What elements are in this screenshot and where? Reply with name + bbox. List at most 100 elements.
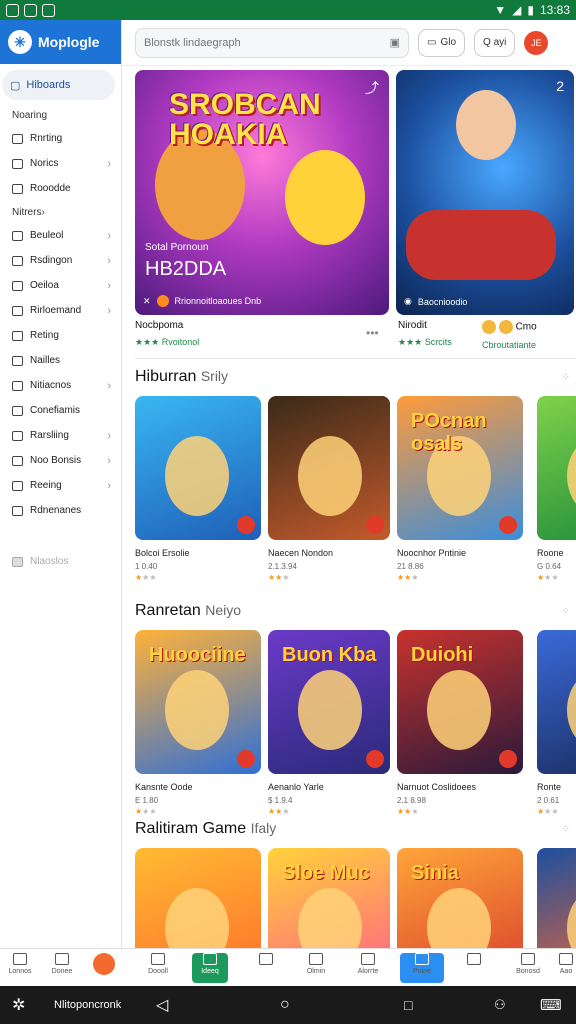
accessibility-icon[interactable]: ⚇: [494, 997, 506, 1013]
hero-footer: ◉ Baocnioodio: [404, 296, 467, 307]
sidebar-item[interactable]: Rirloemand ›: [0, 298, 121, 323]
game-character: [298, 436, 362, 516]
game-card[interactable]: Buon Kba Aenanlo Yarle $ 1.9.4 ★★★: [268, 630, 390, 816]
bottom-nav-item[interactable]: Donee: [44, 953, 80, 983]
game-thumbnail[interactable]: Huoociine: [135, 630, 261, 774]
game-card[interactable]: [135, 848, 261, 948]
game-thumbnail[interactable]: Sinia: [397, 848, 523, 948]
game-name: Narnuot Coslidoees: [397, 782, 477, 792]
game-card[interactable]: Huoociine Kansnte Oode E 1.80 ★★★: [135, 630, 261, 816]
recents-icon[interactable]: □: [404, 997, 412, 1013]
sidebar-item[interactable]: Rsdingon ›: [0, 248, 121, 273]
game-thumbnail[interactable]: [268, 396, 390, 540]
sidebar-item-label: Norics: [30, 158, 59, 169]
bottom-nav-item[interactable]: [456, 953, 492, 983]
game-name: Kansnte Oode: [135, 782, 193, 792]
hero-card-1[interactable]: SROBCAN HOAKIA ⤴ Sotal Pornoun HB2DDA ✕ Rr…: [135, 70, 389, 315]
game-name: Noocnhor Pntinie: [397, 548, 467, 558]
game-thumbnail-title: Huoociine: [149, 644, 246, 666]
star-rating: ★★★: [135, 807, 157, 816]
game-card[interactable]: Sinia: [397, 848, 523, 948]
game-card[interactable]: Roone G 0.64 ★★★: [537, 396, 576, 582]
sidebar-item[interactable]: Nitiacnos ›: [0, 373, 121, 398]
game-thumbnail[interactable]: [537, 396, 576, 540]
sidebar-item-label: Rarsliing: [30, 430, 69, 441]
game-card[interactable]: [537, 848, 576, 948]
app-icon[interactable]: ✲: [12, 995, 25, 1015]
search-input[interactable]: [144, 36, 390, 49]
game-thumbnail[interactable]: [537, 630, 576, 774]
query-button[interactable]: Q ayi: [474, 28, 516, 57]
game-price: G 0.64: [537, 562, 562, 571]
game-thumbnail[interactable]: Buon Kba: [268, 630, 390, 774]
sidebar-item[interactable]: Nailles: [0, 348, 121, 373]
sidebar-item[interactable]: Reeing ›: [0, 473, 121, 498]
section-more-icon[interactable]: ⁘: [562, 606, 570, 617]
sidebar-item[interactable]: Rooodde: [0, 176, 121, 201]
nav-icon: [13, 953, 27, 965]
bottom-nav-label: Ideeq: [201, 968, 219, 975]
bottom-nav-item[interactable]: [248, 953, 284, 983]
bottom-nav-item[interactable]: Aao: [556, 953, 576, 983]
hero-card-2[interactable]: 2 ◉ Baocnioodio: [396, 70, 574, 315]
sidebar-item[interactable]: Norics ›: [0, 151, 121, 176]
menu-item-icon: [12, 330, 23, 341]
game-thumbnail[interactable]: Sloe Muc: [268, 848, 390, 948]
brand[interactable]: ✳ Moplogle: [0, 20, 121, 64]
share-icon[interactable]: ⤴: [365, 78, 379, 98]
sidebar-item-label: Nlaoslos: [30, 556, 69, 567]
game-card[interactable]: Bolcoi Ersolie 1 0.40 ★★★: [135, 396, 261, 582]
game-card[interactable]: Naecen Nondon 2.1.3.94 ★★★: [268, 396, 390, 582]
bottom-nav-item[interactable]: Poine: [400, 953, 444, 983]
bottom-nav-item[interactable]: Olmin: [298, 953, 334, 983]
game-card[interactable]: POcnan osals Noocnhor Pntinie 21 8.86 ★★★: [397, 396, 523, 582]
game-thumbnail[interactable]: [135, 848, 261, 948]
bottom-nav-label: Lonnos: [8, 968, 32, 975]
game-card[interactable]: Ronte 2 0.61 ★★★: [537, 630, 576, 816]
sidebar-item[interactable]: Beuleol ›: [0, 223, 121, 248]
filter-button[interactable]: ▭ Glo: [418, 28, 466, 57]
sidebar-item[interactable]: Oeiloa ›: [0, 273, 121, 298]
menu-item-icon: [12, 455, 23, 466]
avatar[interactable]: JE: [524, 30, 549, 55]
sidebar-item[interactable]: Conefiamis: [0, 398, 121, 423]
sidebar-item[interactable]: Rnrting: [0, 126, 121, 151]
sidebar-item[interactable]: Rdnenanes: [0, 498, 121, 523]
section-more-icon[interactable]: ⁘: [562, 824, 570, 835]
more-options-icon[interactable]: •••: [366, 326, 379, 340]
sidebar-item[interactable]: Noo Bonsis ›: [0, 448, 121, 473]
bottom-nav-item[interactable]: [86, 953, 122, 983]
notification-icon: [6, 3, 19, 17]
game-thumbnail[interactable]: [537, 848, 576, 948]
game-character: [298, 670, 362, 750]
bottom-nav-item[interactable]: Alorrte: [350, 953, 386, 983]
menu-item-icon: [12, 255, 23, 266]
search-box[interactable]: ▣: [135, 27, 409, 58]
sidebar-item-muted[interactable]: Nlaoslos: [0, 549, 121, 574]
back-icon[interactable]: ◁: [156, 995, 168, 1015]
sidebar-item[interactable]: Rarsliing ›: [0, 423, 121, 448]
query-button-label: Q ayi: [483, 37, 507, 48]
sidebar-item-active[interactable]: ▢ Hiboards: [2, 70, 115, 100]
bottom-nav-item[interactable]: Doooll: [140, 953, 176, 983]
top-bar: ▣ ▭Glo Q ayi JE: [122, 20, 576, 66]
search-icon[interactable]: ▣: [390, 36, 400, 49]
bottom-nav-item[interactable]: Bonosd: [510, 953, 546, 983]
game-card[interactable]: Sloe Muc: [268, 848, 390, 948]
bottom-nav-item[interactable]: Ideeq: [192, 953, 228, 983]
game-thumbnail[interactable]: Duiohi: [397, 630, 523, 774]
sidebar-item-label: Rnrting: [30, 133, 63, 144]
home-icon[interactable]: ○: [280, 996, 290, 1014]
game-price: E 1.80: [135, 796, 159, 805]
star-filled-icon: ★: [537, 573, 545, 582]
section-more-icon[interactable]: ⁘: [562, 372, 570, 383]
chevron-right-icon: ›: [107, 229, 111, 242]
bottom-nav-item[interactable]: Lonnos: [2, 953, 38, 983]
chevron-right-icon: ›: [107, 429, 111, 442]
game-thumbnail[interactable]: [135, 396, 261, 540]
game-thumbnail-title: Buon Kba: [282, 644, 377, 666]
game-card[interactable]: Duiohi Narnuot Coslidoees 2.1 8.98 ★★★: [397, 630, 523, 816]
keyboard-icon[interactable]: ⌨: [540, 996, 562, 1014]
game-thumbnail[interactable]: POcnan osals: [397, 396, 523, 540]
sidebar-item[interactable]: Reting: [0, 323, 121, 348]
